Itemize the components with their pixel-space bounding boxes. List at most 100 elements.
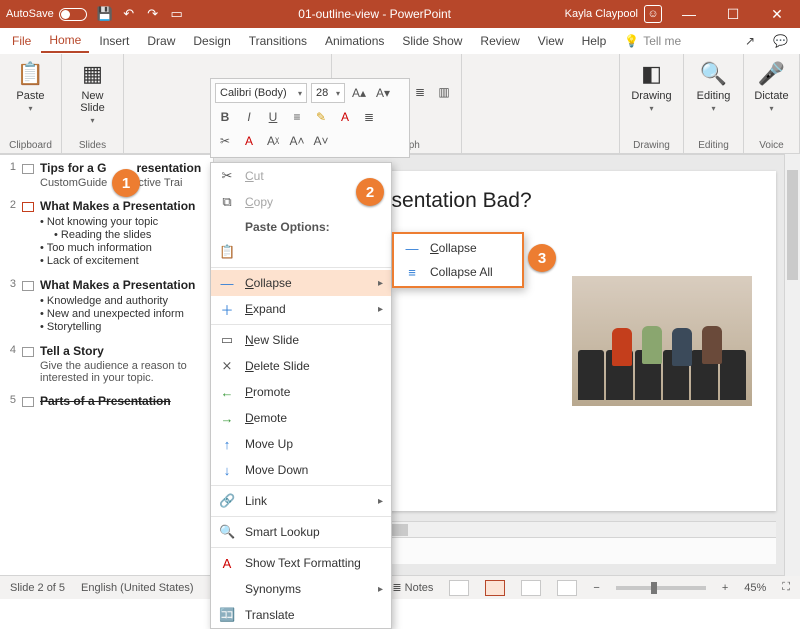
tab-file[interactable]: File bbox=[4, 30, 39, 52]
font-color-button[interactable]: A bbox=[335, 107, 355, 127]
tab-home[interactable]: Home bbox=[41, 29, 89, 53]
tab-view[interactable]: View bbox=[530, 30, 572, 52]
outline-slide-5[interactable]: 5 Parts of a Presentation bbox=[4, 394, 209, 408]
tab-review[interactable]: Review bbox=[472, 30, 527, 52]
status-language[interactable]: English (United States) bbox=[81, 582, 194, 594]
outline-slide-4[interactable]: 4 Tell a Story Give the audience a reaso… bbox=[4, 344, 209, 384]
increase-font-icon[interactable]: A▴ bbox=[349, 83, 369, 103]
paste-button[interactable]: 📋 Paste ▾ bbox=[6, 58, 55, 115]
scrollbar-thumb[interactable] bbox=[787, 170, 798, 280]
chevron-down-icon[interactable]: ▾ bbox=[90, 116, 94, 125]
ctx-paste-option[interactable]: 📋 bbox=[211, 239, 391, 265]
status-slide-count[interactable]: Slide 2 of 5 bbox=[10, 582, 65, 594]
autosave-toggle[interactable]: AutoSave bbox=[6, 8, 87, 21]
slide-number: 1 bbox=[4, 161, 16, 189]
start-slideshow-icon[interactable]: ▭ bbox=[169, 6, 185, 22]
tab-draw[interactable]: Draw bbox=[139, 30, 183, 52]
ctx-new-slide[interactable]: ▭New Slide bbox=[211, 327, 391, 353]
share-button[interactable]: ↗ bbox=[737, 30, 763, 52]
ctx-expand[interactable]: ＋Expand▸ bbox=[211, 296, 391, 322]
ctx-move-down[interactable]: ↓Move Down bbox=[211, 457, 391, 483]
clear-formatting-icon[interactable]: Aᵡ bbox=[263, 131, 283, 151]
save-icon[interactable]: 💾 bbox=[97, 6, 113, 22]
columns-button[interactable]: ▥ bbox=[434, 82, 454, 102]
clipboard-icon: 📋 bbox=[17, 60, 45, 88]
italic-button[interactable]: I bbox=[239, 107, 259, 127]
toggle-off-icon[interactable] bbox=[59, 8, 87, 21]
font-size-combo[interactable]: 28▾ bbox=[311, 83, 345, 103]
redo-icon[interactable]: ↷ bbox=[145, 6, 161, 22]
zoom-slider[interactable] bbox=[616, 586, 706, 590]
new-slide-button[interactable]: ▦ New Slide ▾ bbox=[68, 58, 117, 127]
view-outline-button[interactable] bbox=[485, 580, 505, 596]
chevron-right-icon: ▸ bbox=[378, 584, 383, 595]
format-painter-icon[interactable]: ✂ bbox=[215, 131, 235, 151]
tab-slideshow[interactable]: Slide Show bbox=[394, 30, 470, 52]
submenu-collapse[interactable]: —Collapse bbox=[396, 236, 520, 260]
zoom-out-button[interactable]: − bbox=[593, 582, 599, 594]
ctx-collapse[interactable]: —Collapse▸ bbox=[211, 270, 391, 296]
increase-font-2-icon[interactable]: A˄ bbox=[287, 131, 307, 151]
underline-button[interactable]: U bbox=[263, 107, 283, 127]
fit-to-window-button[interactable]: ⛶ bbox=[782, 581, 790, 594]
undo-icon[interactable]: ↶ bbox=[121, 6, 137, 22]
notes-toggle[interactable]: ≣ Notes bbox=[392, 581, 433, 594]
submenu-collapse-all[interactable]: ≡Collapse All bbox=[396, 260, 520, 284]
chevron-down-icon[interactable]: ▾ bbox=[649, 104, 653, 113]
highlight-button[interactable]: ✎ bbox=[311, 107, 331, 127]
group-label-slides: Slides bbox=[68, 138, 117, 151]
decrease-font-2-icon[interactable]: A˅ bbox=[311, 131, 331, 151]
group-spacer bbox=[462, 54, 620, 153]
chevron-down-icon[interactable]: ▾ bbox=[711, 104, 715, 113]
tab-help[interactable]: Help bbox=[574, 30, 615, 52]
vertical-scrollbar[interactable] bbox=[784, 154, 800, 576]
ctx-link[interactable]: 🔗Link▸ bbox=[211, 488, 391, 514]
chevron-down-icon[interactable]: ▾ bbox=[769, 104, 773, 113]
slide-image-placeholder bbox=[572, 276, 752, 406]
decrease-font-icon[interactable]: A▾ bbox=[373, 83, 393, 103]
editing-button[interactable]: 🔍 Editing ▾ bbox=[690, 58, 737, 115]
slide-number: 2 bbox=[4, 199, 16, 268]
align-button[interactable]: ≡ bbox=[287, 107, 307, 127]
comments-button[interactable]: 💬 bbox=[765, 30, 796, 52]
tab-animations[interactable]: Animations bbox=[317, 30, 392, 52]
close-button[interactable]: ✕ bbox=[760, 6, 794, 23]
outline-bullet-sub: • Reading the slides bbox=[40, 229, 209, 241]
zoom-in-button[interactable]: + bbox=[722, 582, 728, 594]
ctx-show-text-formatting[interactable]: AShow Text Formatting bbox=[211, 550, 391, 576]
bold-button[interactable]: B bbox=[215, 107, 235, 127]
editing-label: Editing bbox=[697, 90, 731, 102]
maximize-button[interactable]: ☐ bbox=[716, 6, 750, 23]
tab-design[interactable]: Design bbox=[185, 30, 238, 52]
group-label-clipboard: Clipboard bbox=[6, 138, 55, 151]
outline-slide-3[interactable]: 3 What Makes a Presentation • Knowledge … bbox=[4, 278, 209, 334]
ctx-translate[interactable]: 🈁Translate bbox=[211, 602, 391, 628]
font-name-combo[interactable]: Calibri (Body)▾ bbox=[215, 83, 307, 103]
justify-button[interactable]: ≣ bbox=[410, 82, 430, 102]
outline-slide-2[interactable]: 2 What Makes a Presentation • Not knowin… bbox=[4, 199, 209, 268]
ctx-move-up[interactable]: ↑Move Up bbox=[211, 431, 391, 457]
drawing-button[interactable]: ◧ Drawing ▾ bbox=[626, 58, 677, 115]
zoom-level[interactable]: 45% bbox=[744, 582, 766, 594]
minimize-button[interactable]: — bbox=[672, 6, 706, 22]
callout-1: 1 bbox=[112, 169, 140, 197]
tell-me-search[interactable]: 💡Tell me bbox=[616, 30, 689, 52]
ctx-smart-lookup[interactable]: 🔍Smart Lookup bbox=[211, 519, 391, 545]
ctx-synonyms[interactable]: Synonyms▸ bbox=[211, 576, 391, 602]
view-slideshow-button[interactable] bbox=[557, 580, 577, 596]
view-normal-button[interactable] bbox=[449, 580, 469, 596]
chevron-down-icon[interactable]: ▾ bbox=[28, 104, 32, 113]
outline-slide-1[interactable]: 1 Tips for a G resentation CustomGuide t… bbox=[4, 161, 209, 189]
font-color-2-button[interactable]: A bbox=[239, 131, 259, 151]
dictate-button[interactable]: 🎤 Dictate ▾ bbox=[750, 58, 793, 115]
ctx-delete-slide[interactable]: ⨯Delete Slide bbox=[211, 353, 391, 379]
tab-transitions[interactable]: Transitions bbox=[241, 30, 315, 52]
view-reading-button[interactable] bbox=[521, 580, 541, 596]
user-account[interactable]: Kayla Claypool ☺ bbox=[565, 5, 662, 23]
tab-insert[interactable]: Insert bbox=[91, 30, 137, 52]
outline-pane[interactable]: 1 Tips for a G resentation CustomGuide t… bbox=[0, 155, 214, 575]
ctx-promote[interactable]: ←Promote bbox=[211, 379, 391, 405]
group-drawing: ◧ Drawing ▾ Drawing bbox=[620, 54, 684, 153]
bullets-button[interactable]: ≣ bbox=[359, 107, 379, 127]
ctx-demote[interactable]: →Demote bbox=[211, 405, 391, 431]
